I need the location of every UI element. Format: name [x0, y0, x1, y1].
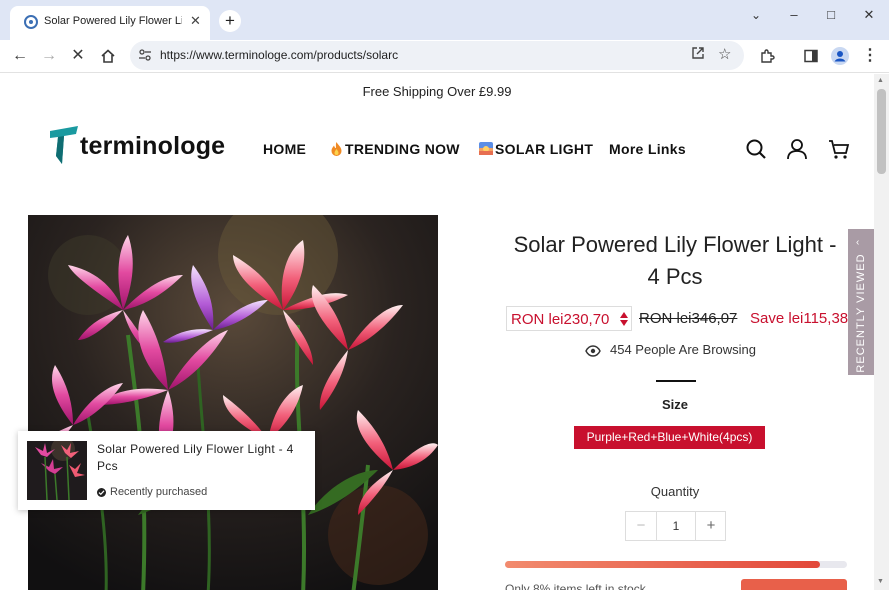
popup-title: Solar Powered Lily Flower Light - 4 Pcs: [97, 442, 294, 473]
scrollbar-thumb[interactable]: [877, 89, 886, 174]
logo-text[interactable]: terminologe: [80, 132, 225, 161]
product-title: Solar Powered Lily Flower Light - 4 Pcs: [513, 232, 837, 289]
logo-mark-icon[interactable]: [50, 126, 80, 166]
recently-viewed-label: RECENTLY VIEWED: [855, 253, 867, 373]
price-current: RON lei230,70: [511, 311, 610, 328]
cart-icon[interactable]: [828, 138, 850, 160]
browser-titlebar: Solar Powered Lily Flower Light ✕ + ⌄ – …: [0, 0, 889, 40]
stock-progress-fill: [505, 561, 820, 568]
globe-favicon-icon: [24, 15, 38, 29]
nav-solar-light[interactable]: SOLAR LIGHT: [479, 141, 593, 157]
share-icon[interactable]: [691, 46, 705, 63]
nav-home-label: HOME: [263, 141, 307, 157]
side-panel-icon[interactable]: [799, 44, 823, 68]
browser-menu-icon[interactable]: ⋮: [858, 44, 882, 68]
browser-tab[interactable]: Solar Powered Lily Flower Light ✕: [10, 6, 210, 40]
nav-solar-label: SOLAR LIGHT: [495, 141, 594, 157]
quantity-decrease-button[interactable]: −: [626, 512, 656, 540]
address-bar[interactable]: https://www.terminologe.com/products/sol…: [130, 41, 744, 70]
action-button-partial[interactable]: [741, 579, 847, 590]
eye-icon: [585, 344, 601, 357]
chevron-left-icon: ‹: [856, 237, 860, 248]
quantity-input[interactable]: 1: [656, 512, 696, 540]
home-icon[interactable]: [96, 44, 120, 68]
product-image[interactable]: [28, 215, 438, 590]
quantity-label: Quantity: [650, 484, 700, 499]
announcement-bar: Free Shipping Over £9.99: [362, 84, 512, 99]
recent-purchase-popup[interactable]: Solar Powered Lily Flower Light - 4 Pcs …: [18, 431, 315, 510]
stock-text: Only 8% items left in stock: [505, 582, 646, 590]
variant-option-selected[interactable]: Purple+Red+Blue+White(4pcs): [574, 426, 765, 449]
currency-price-selector[interactable]: RON lei230,70: [506, 306, 632, 331]
account-icon[interactable]: [786, 138, 808, 160]
nav-trending-label: TRENDING NOW: [345, 141, 460, 157]
maximize-button[interactable]: □: [816, 5, 846, 25]
url-text[interactable]: https://www.terminologe.com/products/sol…: [160, 48, 398, 62]
back-arrow-icon[interactable]: ←: [8, 44, 32, 68]
tab-title: Solar Powered Lily Flower Light: [44, 15, 182, 27]
recently-viewed-tab[interactable]: ‹ RECENTLY VIEWED: [848, 229, 874, 375]
nav-more-label: More Links: [609, 141, 686, 157]
forward-arrow-icon[interactable]: →: [37, 44, 61, 68]
price-compare: RON lei346,07: [639, 310, 738, 327]
bookmark-star-icon[interactable]: ☆: [718, 45, 731, 63]
nav-trending-now[interactable]: TRENDING NOW: [331, 141, 460, 157]
size-label: Size: [661, 397, 688, 412]
quantity-increase-button[interactable]: +: [696, 512, 726, 540]
quantity-stepper: − 1 +: [625, 511, 726, 541]
section-divider: [656, 380, 696, 382]
minimize-button[interactable]: –: [779, 5, 809, 25]
scroll-up-arrow-icon[interactable]: ▲: [877, 77, 884, 84]
check-circle-icon: [97, 488, 106, 497]
profile-avatar-icon[interactable]: [828, 44, 852, 68]
browsing-count: 454 People Are Browsing: [610, 342, 756, 357]
popup-status: Recently purchased: [110, 486, 208, 498]
scroll-down-arrow-icon[interactable]: ▼: [877, 578, 884, 585]
site-settings-icon[interactable]: [138, 48, 152, 65]
search-icon[interactable]: [745, 138, 767, 160]
currency-toggle-icon[interactable]: [619, 311, 629, 327]
page-scrollbar[interactable]: ▲ ▼: [874, 74, 889, 590]
new-tab-button[interactable]: +: [219, 10, 241, 32]
tab-close-icon[interactable]: ✕: [190, 13, 201, 29]
fire-icon: [331, 142, 342, 156]
stop-loading-icon[interactable]: ✕: [66, 44, 90, 68]
stock-progress-bar: [505, 561, 847, 568]
nav-home[interactable]: HOME: [263, 141, 306, 157]
close-window-button[interactable]: ✕: [854, 5, 884, 25]
sunset-icon: [479, 142, 493, 155]
price-save: Save lei115,38: [750, 310, 849, 327]
tab-search-chevron-icon[interactable]: ⌄: [741, 5, 771, 25]
extensions-puzzle-icon[interactable]: [755, 44, 779, 68]
web-page: Free Shipping Over £9.99 terminologe HOM…: [0, 74, 874, 590]
nav-more-links[interactable]: More Links: [609, 141, 686, 157]
browser-toolbar: ← → ✕ https://www.terminologe.com/produc…: [0, 40, 889, 73]
popup-product-thumbnail: [27, 441, 87, 500]
